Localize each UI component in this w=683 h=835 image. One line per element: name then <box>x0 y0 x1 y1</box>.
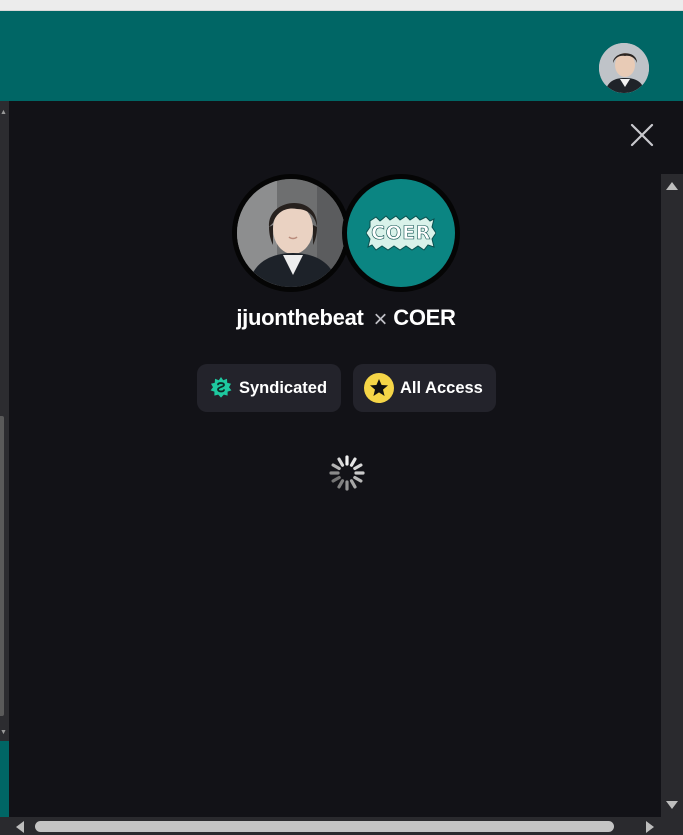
collab-title: jjuonthebeat × COER <box>9 305 683 334</box>
loading-spinner-icon <box>328 454 366 492</box>
times-separator: × <box>373 306 388 333</box>
background-panel <box>0 416 4 716</box>
coer-logo-text: COER <box>371 222 431 245</box>
profile-avatar-image <box>599 43 649 93</box>
background-page-edge: ▲ ▼ <box>0 101 9 835</box>
profile-avatar[interactable] <box>599 43 649 93</box>
app-header <box>0 11 683 101</box>
scroll-up-icon: ▲ <box>0 109 7 116</box>
creator-avatar <box>232 174 350 292</box>
star-icon <box>364 373 394 403</box>
syndicated-badge[interactable]: Syndicated <box>197 364 341 412</box>
scroll-down-arrow-icon[interactable] <box>666 801 678 809</box>
scroll-right-arrow-icon[interactable] <box>646 821 654 833</box>
creator-name[interactable]: jjuonthebeat <box>236 305 363 330</box>
creator-avatar-image <box>237 179 345 287</box>
partner-logo-avatar: COER <box>342 174 460 292</box>
close-icon <box>630 123 654 147</box>
horizontal-scroll-thumb[interactable] <box>35 821 614 832</box>
vertical-scrollbar[interactable] <box>661 174 683 817</box>
scroll-down-icon: ▼ <box>0 729 7 736</box>
syndicated-label: Syndicated <box>239 378 328 397</box>
all-access-badge[interactable]: All Access <box>353 364 496 412</box>
horizontal-scrollbar[interactable] <box>0 817 683 835</box>
collab-modal: COER jjuonthebeat × COER Syndicated All Ac… <box>9 101 683 817</box>
syndicated-icon <box>210 377 232 398</box>
browser-top-edge <box>0 0 683 11</box>
coer-logo: COER <box>366 215 436 251</box>
scroll-up-arrow-icon[interactable] <box>666 182 678 190</box>
all-access-label: All Access <box>400 378 483 397</box>
scroll-left-arrow-icon[interactable] <box>16 821 24 833</box>
partner-name[interactable]: COER <box>393 305 456 330</box>
close-button[interactable] <box>629 122 655 148</box>
